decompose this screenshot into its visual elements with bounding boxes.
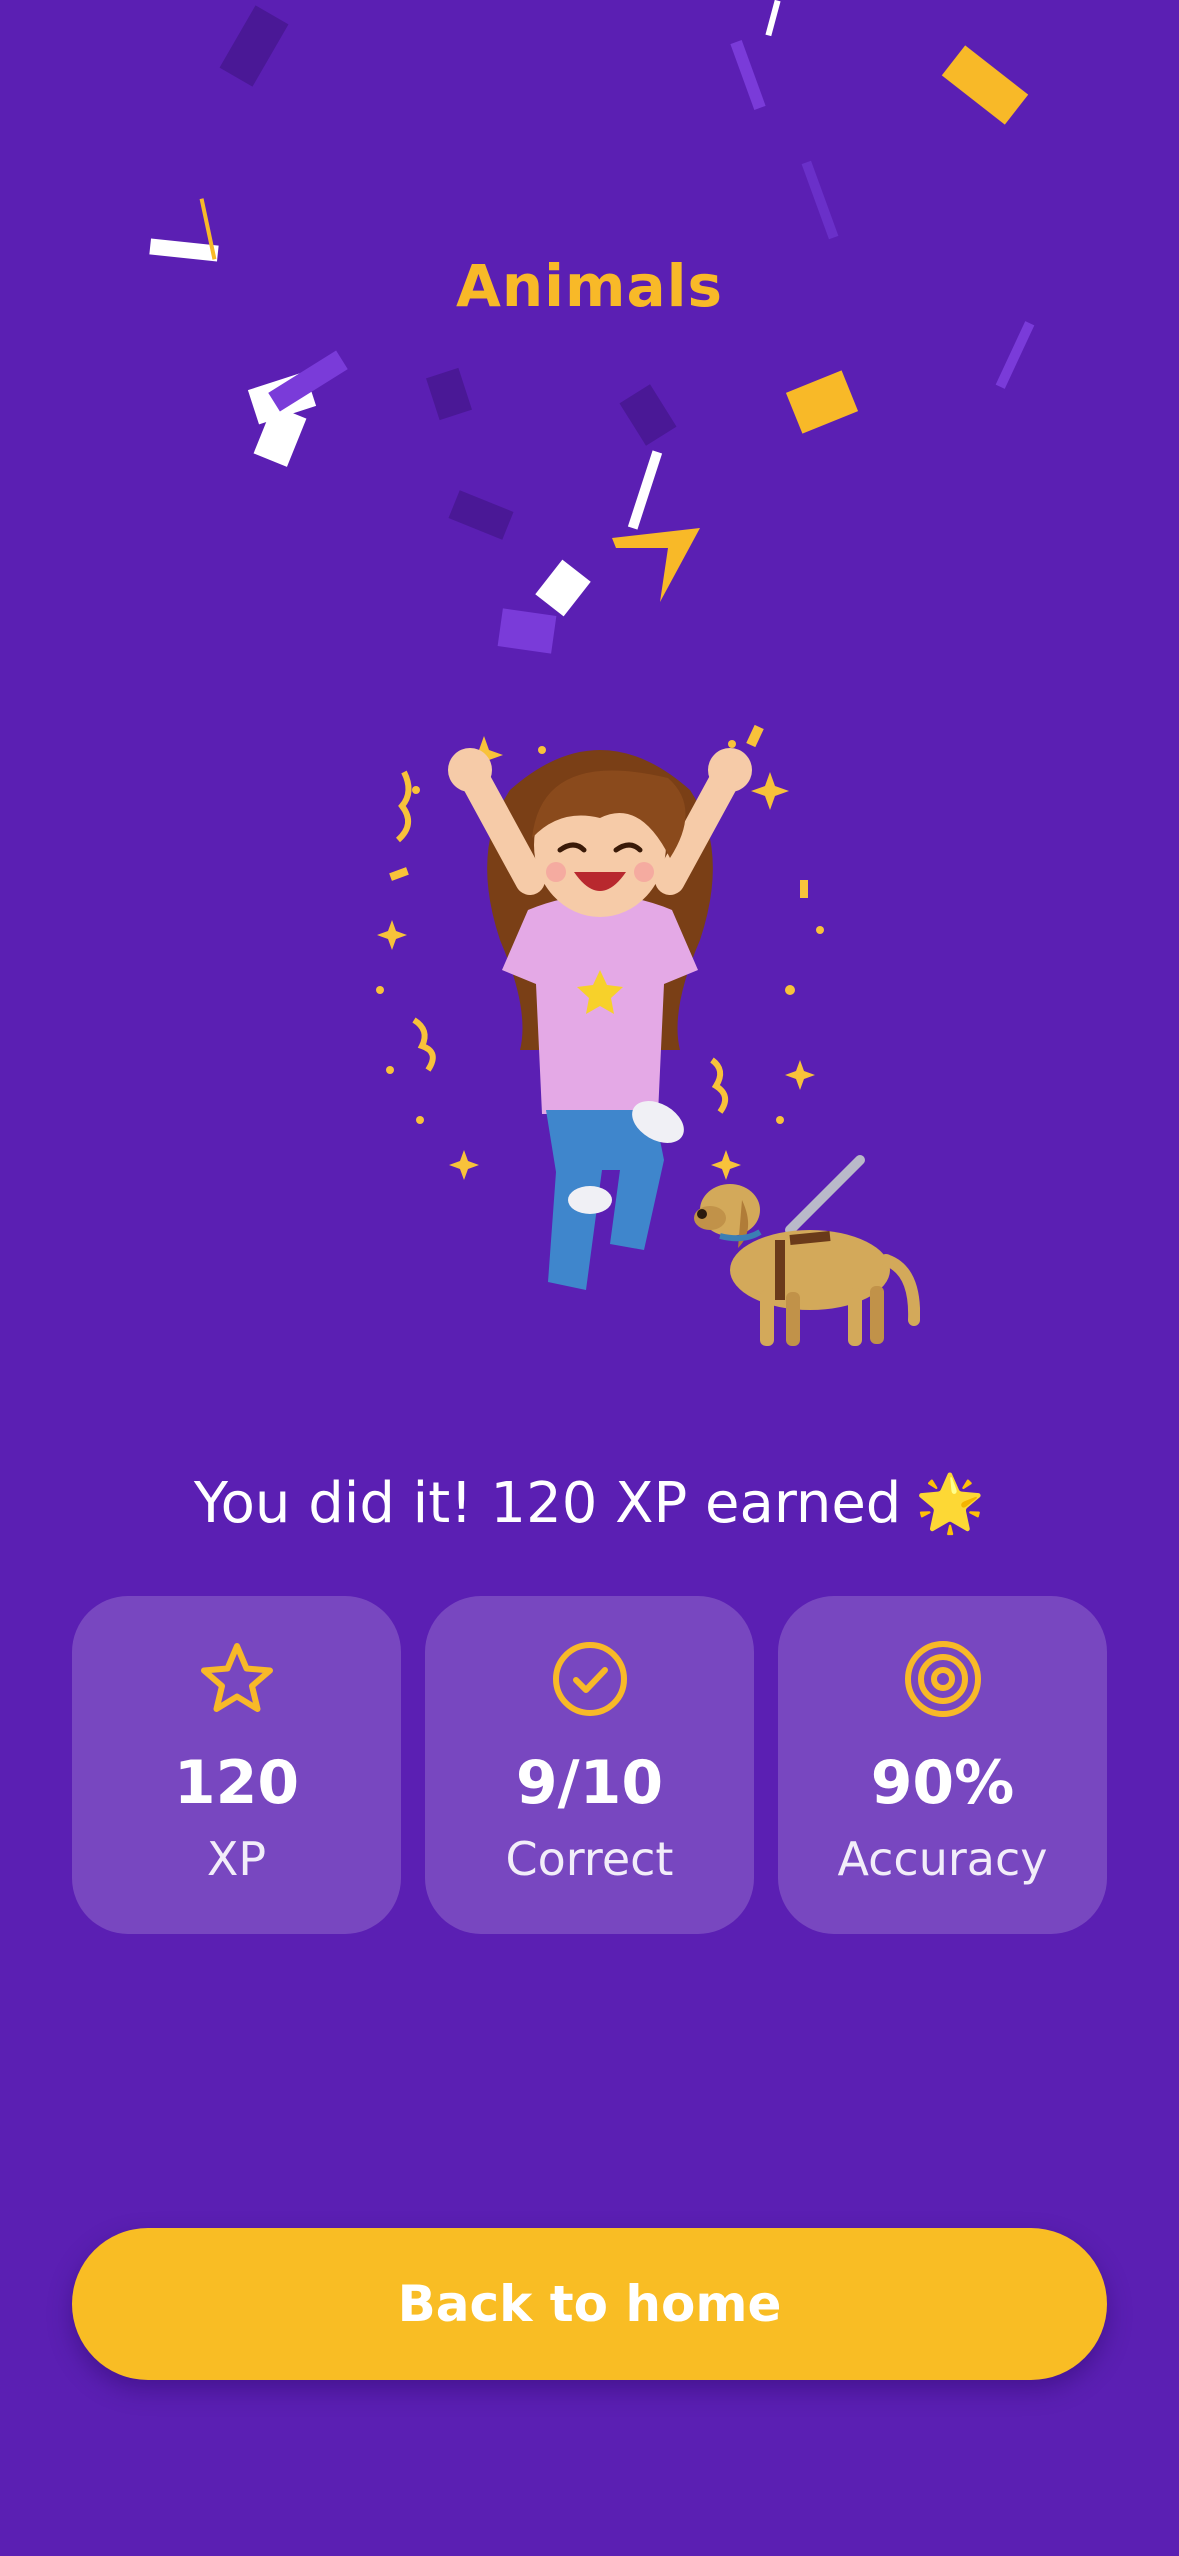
star-icon — [200, 1643, 273, 1712]
result-message-text: You did it! 120 XP earned — [193, 1471, 902, 1536]
stat-value-correct: 9/10 — [515, 1748, 664, 1818]
stat-value-xp: 120 — [173, 1748, 300, 1818]
stat-card-accuracy: 90% Accuracy — [778, 1596, 1107, 1934]
stat-label-correct: Correct — [505, 1832, 674, 1886]
lesson-title: Animals — [455, 252, 724, 320]
stat-card-correct: 9/10 Correct — [425, 1596, 754, 1934]
stat-label-xp: XP — [206, 1832, 267, 1886]
stat-value-accuracy: 90% — [870, 1748, 1015, 1818]
stats-row: 120 XP 9/10 Correct 90% Accuracy — [72, 1596, 1107, 1934]
target-icon — [904, 1641, 981, 1717]
glowing-star-icon: 🌟 — [915, 1471, 986, 1536]
stat-card-xp: 120 XP — [72, 1596, 401, 1934]
check-circle-icon — [552, 1642, 627, 1716]
confetti-decoration — [149, 0, 1035, 654]
celebration-illustration — [376, 724, 920, 1346]
result-message: You did it! 120 XP earned 🌟 — [0, 1470, 1179, 1536]
results-screen: Animals You did it! 120 XP earned 🌟 120 … — [0, 0, 1179, 2556]
back-to-home-button[interactable]: Back to home — [72, 2228, 1107, 2380]
stat-label-accuracy: Accuracy — [837, 1832, 1048, 1886]
